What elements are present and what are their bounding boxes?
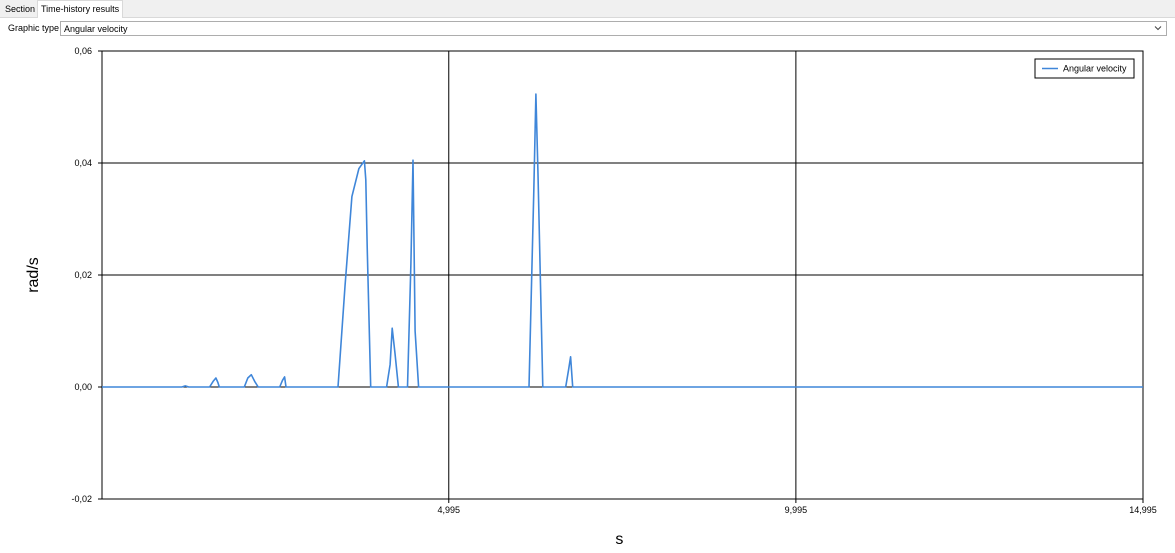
y-tick-label: -0,02 (71, 494, 92, 504)
y-axis-label: rad/s (25, 257, 42, 293)
series-line-angular-velocity (102, 93, 1143, 388)
graphic-type-select[interactable]: Angular velocity (60, 21, 1167, 36)
tab-time-history-results[interactable]: Time-history results (37, 0, 123, 18)
y-axis-ticks: -0,02 0,00 0,02 0,04 0,06 (71, 46, 102, 504)
chart-legend[interactable]: Angular velocity (1034, 58, 1135, 79)
x-axis-label: s (615, 531, 623, 548)
chart-grid (102, 50, 1144, 500)
x-tick-label: 14,995 (1129, 505, 1157, 515)
tab-bar: Section Time-history results (0, 0, 1175, 18)
chevron-down-icon (1154, 26, 1162, 31)
y-tick-label: 0,02 (74, 270, 92, 280)
angular-velocity-chart: -0,02 0,00 0,02 0,04 0,06 4,995 9,995 14,995 r… (25, 46, 1157, 548)
graphic-type-selected-value: Angular velocity (64, 24, 128, 34)
x-axis-ticks: 4,995 9,995 14,995 (438, 499, 1157, 515)
series-lines (102, 93, 1143, 388)
graphic-type-label: Graphic type (8, 23, 60, 33)
graphic-type-toolbar: Graphic type Angular velocity (0, 18, 1175, 40)
x-tick-label: 4,995 (438, 505, 461, 515)
legend-label: Angular velocity (1063, 64, 1127, 74)
x-tick-label: 9,995 (785, 505, 808, 515)
y-tick-label: 0,04 (74, 158, 92, 168)
y-tick-label: 0,00 (74, 382, 92, 392)
y-tick-label: 0,06 (74, 46, 92, 56)
tab-section[interactable]: Section (2, 2, 36, 16)
